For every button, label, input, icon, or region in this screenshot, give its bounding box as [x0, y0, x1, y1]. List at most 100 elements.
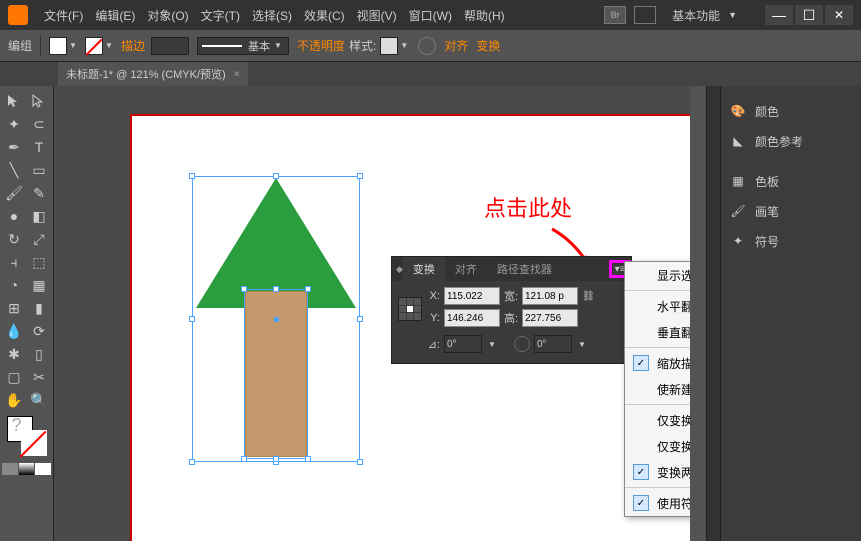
annotation-text: 点击此处	[484, 191, 572, 223]
perspective-tool[interactable]: ▦	[27, 274, 51, 296]
slice-tool[interactable]: ✂	[27, 366, 51, 388]
blend-tool[interactable]: ⟳	[27, 320, 51, 342]
arrange-docs-icon[interactable]	[634, 6, 656, 24]
right-panel-dock: 🎨颜色 ◣颜色参考 ▦色板 🖌画笔 ✦符号	[706, 86, 861, 541]
lasso-tool[interactable]: ⊂	[27, 113, 51, 135]
align-tab[interactable]: 对齐	[445, 257, 487, 281]
shear-input[interactable]	[534, 335, 572, 353]
recolor-icon[interactable]	[418, 37, 436, 55]
window-maximize[interactable]: ☐	[795, 5, 823, 25]
menu-object[interactable]: 对象(O)	[141, 3, 194, 28]
options-bar: 编组 ▼ ▼ 描边 基本▼ 不透明度 样式: ▼ 对齐 变换	[0, 30, 861, 62]
mesh-tool[interactable]: ⊞	[2, 297, 26, 319]
pathfinder-tab[interactable]: 路径查找器	[487, 257, 562, 281]
zoom-tool[interactable]: 🔍	[27, 389, 51, 411]
transform-panel: ◆ 变换 对齐 路径查找器 ▾≡ X:	[391, 256, 632, 364]
selection-tool[interactable]	[2, 90, 26, 112]
x-input[interactable]	[444, 287, 500, 305]
fill-stroke-control[interactable]: ?	[7, 416, 47, 456]
window-close[interactable]: ✕	[825, 5, 853, 25]
paintbrush-tool[interactable]: 🖌	[2, 182, 26, 204]
menu-edit[interactable]: 编辑(E)	[89, 3, 141, 28]
hand-tool[interactable]: ✋	[2, 389, 26, 411]
y-input[interactable]	[444, 309, 500, 327]
workspace-switcher[interactable]: 基本功能	[672, 7, 720, 24]
panel-dock-toggle[interactable]	[707, 86, 721, 541]
panel-collapse-icon[interactable]: ◆	[396, 264, 403, 275]
shape-builder-tool[interactable]: ◔	[2, 274, 26, 296]
opacity-label[interactable]: 不透明度	[297, 37, 345, 54]
transform-tab[interactable]: 变换	[403, 257, 445, 281]
toolbox: ✦⊂ ✒T ╲▭ 🖌✎ ●◧ ↻⤢ ⫞⬚ ◔▦ ⊞▮ 💧⟳ ✱▯ ▢✂ ✋🔍 ?	[0, 86, 54, 541]
stroke-label[interactable]: 描边	[121, 37, 145, 54]
width-tool[interactable]: ⫞	[2, 251, 26, 273]
stroke-weight-input[interactable]	[151, 37, 189, 55]
menu-window[interactable]: 窗口(W)	[403, 3, 458, 28]
line-tool[interactable]: ╲	[2, 159, 26, 181]
symbol-sprayer-tool[interactable]: ✱	[2, 343, 26, 365]
selection-type-label: 编组	[8, 37, 32, 54]
type-tool[interactable]: T	[27, 136, 51, 158]
artboard-tool[interactable]: ▢	[2, 366, 26, 388]
tab-close-icon[interactable]: ×	[234, 69, 240, 80]
shear-icon	[514, 336, 530, 352]
rotate-tool[interactable]: ↻	[2, 228, 26, 250]
pencil-tool[interactable]: ✎	[27, 182, 51, 204]
graph-tool[interactable]: ▯	[27, 343, 51, 365]
menu-file[interactable]: 文件(F)	[38, 3, 89, 28]
menu-view[interactable]: 视图(V)	[351, 3, 403, 28]
gradient-tool[interactable]: ▮	[27, 297, 51, 319]
width-input[interactable]	[522, 287, 578, 305]
eraser-tool[interactable]: ◧	[27, 205, 51, 227]
constrain-link-icon[interactable]: ⛓	[582, 291, 596, 302]
canvas-area[interactable]: 点击此处 ◆ 变换 对齐 路径查找器 ▾≡	[54, 86, 706, 541]
transform-label[interactable]: 变换	[476, 37, 500, 54]
rotate-input[interactable]	[444, 335, 482, 353]
rotate-label: ⊿:	[426, 338, 440, 351]
scale-tool[interactable]: ⤢	[27, 228, 51, 250]
x-label: X:	[426, 290, 440, 302]
stroke-profile[interactable]: 基本▼	[197, 37, 289, 55]
w-label: 宽:	[504, 288, 518, 304]
menu-select[interactable]: 选择(S)	[246, 3, 298, 28]
symbols-icon: ✦	[729, 232, 747, 250]
window-minimize[interactable]: ―	[765, 5, 793, 25]
panel-symbols[interactable]: ✦符号	[725, 226, 857, 256]
check-icon: ✓	[633, 495, 649, 511]
palette-icon: 🎨	[729, 102, 747, 120]
bridge-icon[interactable]: Br	[604, 6, 626, 24]
selection-bounds-inner	[244, 289, 308, 459]
rectangle-tool[interactable]: ▭	[27, 159, 51, 181]
align-label[interactable]: 对齐	[444, 37, 468, 54]
menu-effect[interactable]: 效果(C)	[298, 3, 351, 28]
free-transform-tool[interactable]: ⬚	[27, 251, 51, 273]
menubar: 文件(F) 编辑(E) 对象(O) 文字(T) 选择(S) 效果(C) 视图(V…	[0, 0, 861, 30]
style-label: 样式:	[349, 37, 376, 54]
app-icon	[8, 5, 28, 25]
blob-brush-tool[interactable]: ●	[2, 205, 26, 227]
panel-brushes[interactable]: 🖌画笔	[725, 196, 857, 226]
panel-color-guide[interactable]: ◣颜色参考	[725, 126, 857, 156]
tab-title: 未标题-1* @ 121% (CMYK/预览)	[66, 66, 226, 82]
swatches-icon: ▦	[729, 172, 747, 190]
panel-swatches[interactable]: ▦色板	[725, 166, 857, 196]
menu-help[interactable]: 帮助(H)	[458, 3, 511, 28]
direct-selection-tool[interactable]	[27, 90, 51, 112]
magic-wand-tool[interactable]: ✦	[2, 113, 26, 135]
pen-tool[interactable]: ✒	[2, 136, 26, 158]
fill-swatch[interactable]	[49, 37, 67, 55]
menu-type[interactable]: 文字(T)	[195, 3, 246, 28]
panel-color[interactable]: 🎨颜色	[725, 96, 857, 126]
y-label: Y:	[426, 312, 440, 324]
graphic-style-swatch[interactable]	[380, 37, 398, 55]
check-icon: ✓	[633, 464, 649, 480]
document-tabbar: 未标题-1* @ 121% (CMYK/预览) ×	[0, 62, 861, 86]
stroke-swatch[interactable]	[85, 37, 103, 55]
draw-mode-buttons[interactable]	[2, 463, 51, 475]
reference-point[interactable]	[398, 297, 422, 321]
color-guide-icon: ◣	[729, 132, 747, 150]
eyedropper-tool[interactable]: 💧	[2, 320, 26, 342]
height-input[interactable]	[522, 309, 578, 327]
vertical-scrollbar[interactable]	[690, 86, 706, 541]
document-tab[interactable]: 未标题-1* @ 121% (CMYK/预览) ×	[58, 62, 248, 86]
